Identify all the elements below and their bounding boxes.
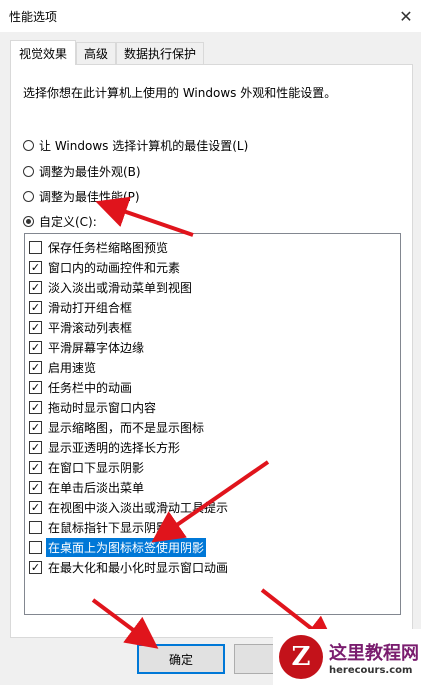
list-item[interactable]: ✓ 启用速览 (29, 357, 96, 377)
list-item[interactable]: ✓ 显示缩略图，而不是显示图标 (29, 417, 204, 437)
list-item[interactable]: ✓ 在视图中淡入淡出或滑动工具提示 (29, 497, 228, 517)
list-item[interactable]: ✓ 拖动时显示窗口内容 (29, 397, 156, 417)
list-item[interactable]: 保存任务栏缩略图预览 (29, 237, 168, 257)
option-label: 在最大化和最小化时显示窗口动画 (48, 560, 229, 575)
checkbox[interactable]: ✓ (29, 340, 42, 354)
radio-custom[interactable]: 自定义(C): (23, 213, 97, 230)
list-item[interactable]: ✓ 在单击后淡出菜单 (29, 477, 144, 497)
title-bar: 性能选项 ✕ (0, 0, 421, 32)
radio-label: 调整为最佳性能(P) (39, 190, 140, 204)
checkbox[interactable]: ✓ (29, 280, 42, 294)
checkbox[interactable]: ✓ (29, 460, 42, 474)
option-label: 在视图中淡入淡出或滑动工具提示 (48, 500, 229, 515)
tab-dep[interactable]: 数据执行保护 (116, 42, 204, 64)
option-label: 在窗口下显示阴影 (48, 460, 145, 475)
logo-text: 这里教程网 herecours.com (329, 639, 419, 676)
radio-label: 自定义(C): (39, 215, 97, 229)
visual-effects-panel: 选择你想在此计算机上使用的 Windows 外观和性能设置。 让 Windows… (10, 64, 413, 638)
option-label: 保存任务栏缩略图预览 (48, 240, 169, 255)
option-label: 拖动时显示窗口内容 (48, 400, 157, 415)
option-label: 显示缩略图，而不是显示图标 (48, 420, 205, 435)
checkbox[interactable]: ✓ (29, 360, 42, 374)
list-item[interactable]: ✓ 平滑屏幕字体边缘 (29, 337, 144, 357)
description-text: 选择你想在此计算机上使用的 Windows 外观和性能设置。 (23, 86, 337, 100)
checkbox[interactable]: ✓ (29, 440, 42, 454)
watermark-logo: Z 这里教程网 herecours.com (273, 629, 421, 685)
list-item[interactable]: ✓ 平滑滚动列表框 (29, 317, 132, 337)
option-label: 滑动打开组合框 (48, 300, 133, 315)
list-item[interactable]: ✓ 在窗口下显示阴影 (29, 457, 144, 477)
radio-indicator[interactable] (23, 140, 34, 151)
list-item[interactable]: 在鼠标指针下显示阴影 (29, 517, 168, 537)
option-label: 平滑屏幕字体边缘 (48, 340, 145, 355)
logo-url: herecours.com (329, 664, 413, 676)
checkbox[interactable]: ✓ (29, 420, 42, 434)
radio-best-performance[interactable]: 调整为最佳性能(P) (23, 188, 140, 205)
radio-let-windows-choose[interactable]: 让 Windows 选择计算机的最佳设置(L) (23, 137, 248, 154)
checkbox[interactable]: ✓ (29, 380, 42, 394)
list-item[interactable]: ✓ 滑动打开组合框 (29, 297, 132, 317)
window-title: 性能选项 (9, 10, 58, 24)
tab-advanced[interactable]: 高级 (76, 42, 116, 64)
checkbox[interactable]: ✓ (29, 560, 42, 574)
list-item[interactable]: ✓ 在最大化和最小化时显示窗口动画 (29, 557, 228, 577)
radio-indicator[interactable] (23, 191, 34, 202)
list-item[interactable]: ✓ 任务栏中的动画 (29, 377, 132, 397)
option-label: 在鼠标指针下显示阴影 (48, 520, 169, 535)
logo-title: 这里教程网 (329, 642, 419, 664)
radio-label: 让 Windows 选择计算机的最佳设置(L) (39, 139, 249, 153)
checkbox[interactable]: ✓ (29, 260, 42, 274)
list-item[interactable]: ✓ 窗口内的动画控件和元素 (29, 257, 180, 277)
checkbox[interactable]: ✓ (29, 400, 42, 414)
tab-visual-effects[interactable]: 视觉效果 (10, 40, 76, 65)
checkbox[interactable] (29, 240, 42, 254)
checkbox[interactable] (29, 520, 42, 534)
radio-indicator[interactable] (23, 166, 34, 177)
checkbox[interactable] (29, 540, 42, 554)
option-label: 在桌面上为图标标签使用阴影 (46, 537, 207, 557)
checkbox[interactable]: ✓ (29, 480, 42, 494)
option-label: 在单击后淡出菜单 (48, 480, 145, 495)
close-icon[interactable]: ✕ (391, 0, 421, 32)
option-label: 平滑滚动列表框 (48, 320, 133, 335)
radio-label: 调整为最佳外观(B) (39, 165, 141, 179)
ok-button[interactable]: 确定 (137, 644, 225, 674)
list-item-selected[interactable]: 在桌面上为图标标签使用阴影 (29, 537, 207, 557)
radio-indicator[interactable] (23, 216, 34, 227)
checkbox[interactable]: ✓ (29, 320, 42, 334)
effects-list[interactable]: 保存任务栏缩略图预览 ✓ 窗口内的动画控件和元素 ✓ 淡入淡出或滑动菜单到视图 ✓ 滑… (24, 233, 401, 615)
option-label: 淡入淡出或滑动菜单到视图 (48, 280, 193, 295)
option-label: 显示亚透明的选择长方形 (48, 440, 181, 455)
list-item[interactable]: ✓ 显示亚透明的选择长方形 (29, 437, 180, 457)
checkbox[interactable]: ✓ (29, 500, 42, 514)
checkbox[interactable]: ✓ (29, 300, 42, 314)
option-label: 任务栏中的动画 (48, 380, 133, 395)
list-item[interactable]: ✓ 淡入淡出或滑动菜单到视图 (29, 277, 192, 297)
radio-best-appearance[interactable]: 调整为最佳外观(B) (23, 163, 141, 180)
logo-mark-icon: Z (279, 635, 323, 679)
option-label: 窗口内的动画控件和元素 (48, 260, 181, 275)
option-label: 启用速览 (48, 360, 97, 375)
